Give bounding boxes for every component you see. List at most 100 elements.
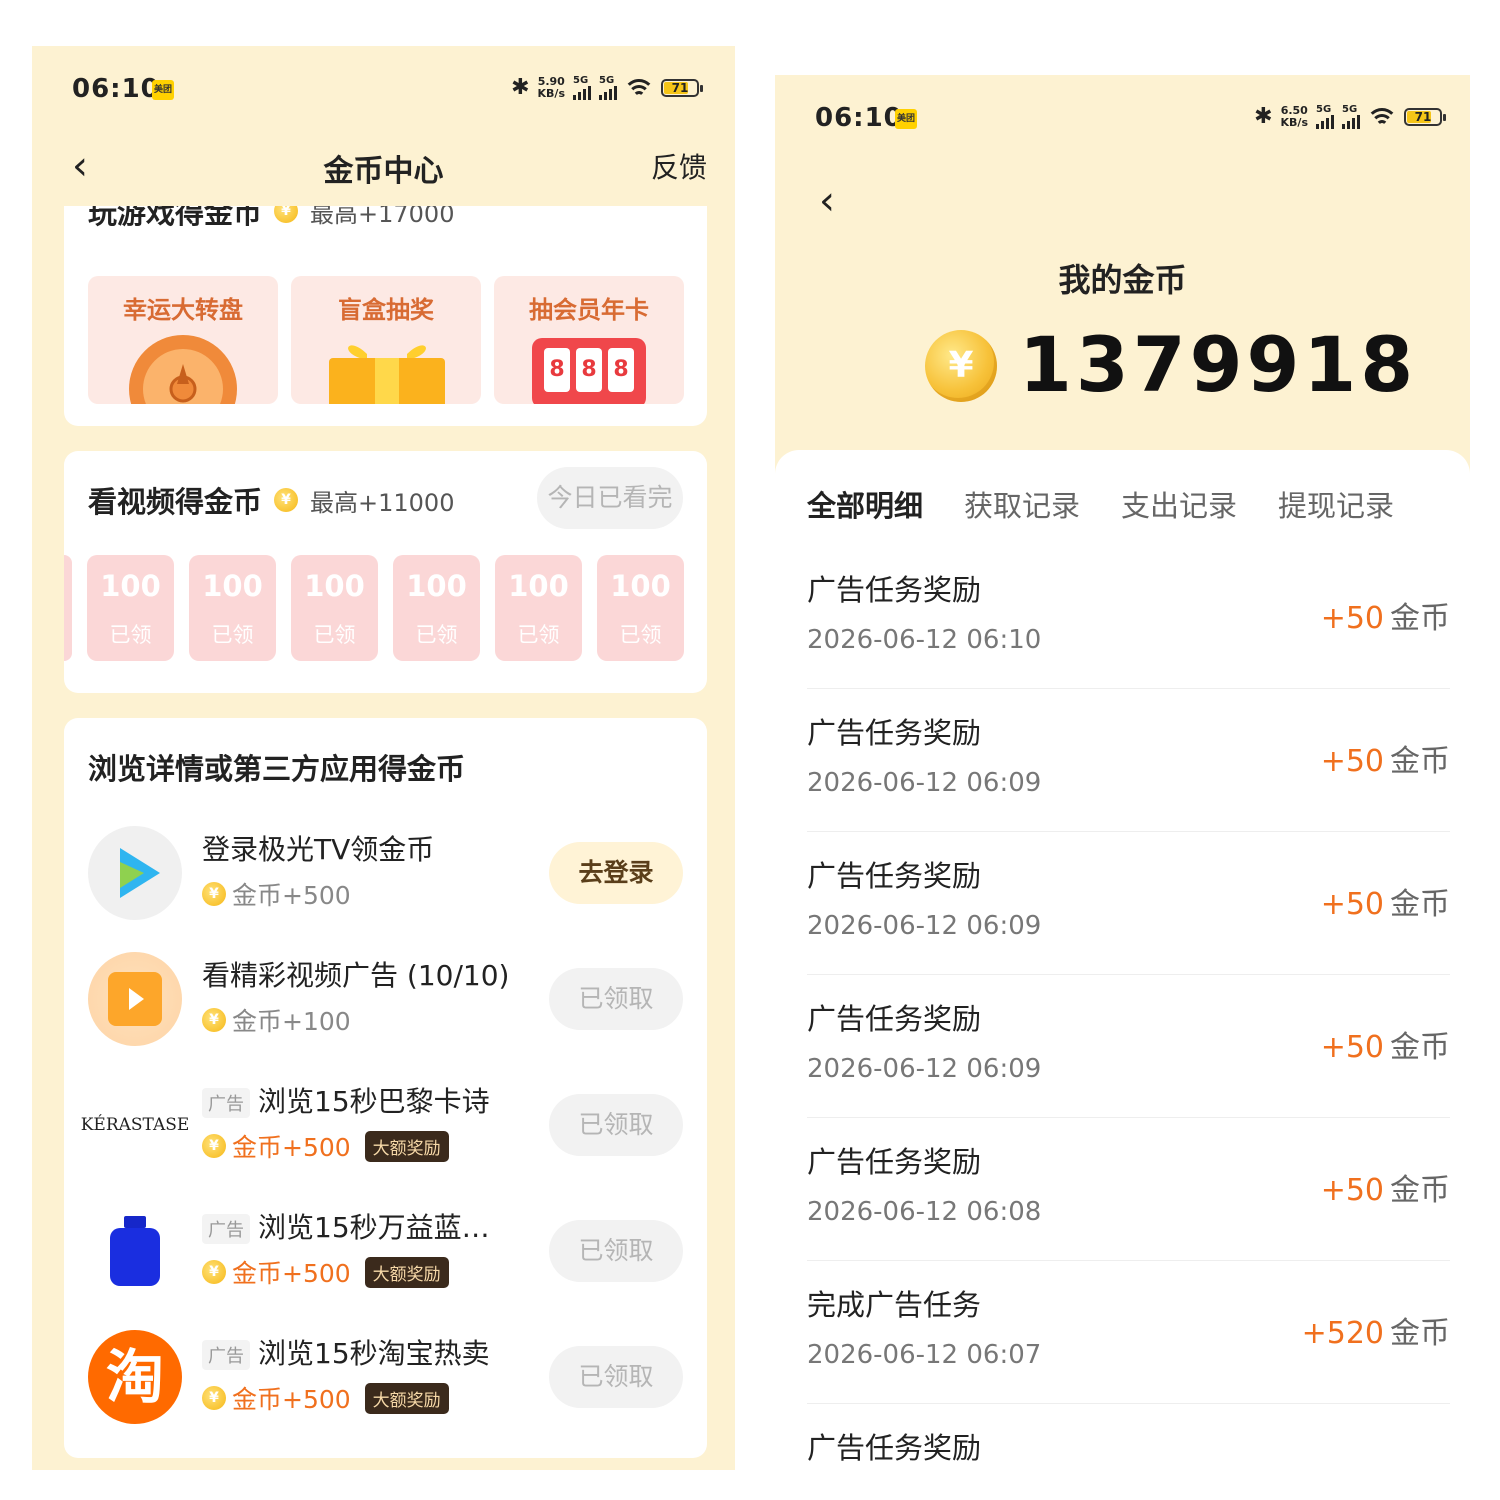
record-time: 2026-06-12 06:07 <box>807 1340 1042 1370</box>
task-row: 登录极光TV领金币 ¥ 金币+500 去登录 <box>64 818 707 928</box>
signal-icon: 5G <box>573 76 591 100</box>
record-row: 广告任务奖励 <box>807 1403 1450 1470</box>
bluetooth-icon: ✱ <box>1254 104 1273 129</box>
record-row: 广告任务奖励 2026-06-12 06:09 +50 金币 <box>807 974 1450 1118</box>
task-title: 登录极光TV领金币 <box>202 833 435 866</box>
coin-icon: ¥ <box>202 1008 226 1032</box>
video-card: 看视频得金币 ¥ 最高+11000 今日已看完 100 已领 100 已领 100 已… <box>64 451 707 693</box>
coin-icon: ¥ <box>202 1134 226 1158</box>
net-speed: 5.90 KB/s <box>537 75 565 100</box>
claimed-button[interactable]: 已领取 <box>549 968 683 1030</box>
game-card-title: 玩游戏得金币 <box>88 206 263 230</box>
game-tile-wheel[interactable]: 幸运大转盘 <box>88 276 278 404</box>
task-reward: ¥ 金币+100 <box>202 1002 351 1038</box>
video-coin-slot: 100 已领 <box>291 555 378 661</box>
record-time: 2026-06-12 06:10 <box>807 625 1042 655</box>
meituan-badge-icon: 美团 <box>152 80 174 100</box>
record-time: 2026-06-12 06:09 <box>807 768 1042 798</box>
record-title: 广告任务奖励 <box>807 859 982 893</box>
claimed-button[interactable]: 已领取 <box>549 1094 683 1156</box>
signal-icon: 5G <box>1316 105 1334 129</box>
back-icon[interactable]: ‹ <box>819 181 835 221</box>
meituan-badge-icon: 美团 <box>895 109 917 129</box>
record-row: 广告任务奖励 2026-06-12 06:09 +50 金币 <box>807 688 1450 832</box>
video-coin-slot: 100 已领 <box>189 555 276 661</box>
watched-today-button[interactable]: 今日已看完 <box>537 467 683 529</box>
game-tile-label: 幸运大转盘 <box>123 296 243 324</box>
game-card-header: 玩游戏得金币 ¥ 最高+17000 <box>88 206 454 232</box>
coin-center-screen: 06:10 美团 ✱ 5.90 KB/s 5G 5G 71 ‹ 金币中心 反馈 玩… <box>32 46 735 1470</box>
feedback-link[interactable]: 反馈 <box>651 146 707 186</box>
gift-box-icon <box>329 345 445 404</box>
record-amount: +50 金币 <box>1320 1030 1450 1065</box>
claimed-button[interactable]: 已领取 <box>549 1346 683 1408</box>
battery-icon: 71 <box>1404 108 1446 126</box>
task-row: 淘 广告 浏览15秒淘宝热卖 ¥ 金币+500 大额奖励 已领取 <box>64 1322 707 1432</box>
wifi-icon <box>625 77 653 99</box>
login-button[interactable]: 去登录 <box>549 842 683 904</box>
browse-card: 浏览详情或第三方应用得金币 登录极光TV领金币 ¥ 金币+500 去登录 看精彩视… <box>64 718 707 1458</box>
tab-expense[interactable]: 支出记录 <box>1121 483 1237 525</box>
slot-digit: 8 <box>608 348 634 392</box>
slot-digit: 8 <box>576 348 602 392</box>
big-reward-badge: 大额奖励 <box>364 1382 449 1414</box>
tab-all[interactable]: 全部明细 <box>807 483 923 525</box>
record-amount: +50 金币 <box>1320 601 1450 636</box>
gold-coin-icon: ¥ <box>925 330 997 402</box>
coin-balance: 1379918 <box>1019 320 1418 409</box>
browse-card-title: 浏览详情或第三方应用得金币 <box>88 752 466 786</box>
record-amount: +50 金币 <box>1320 887 1450 922</box>
task-title: 看精彩视频广告 (10/10) <box>202 959 510 992</box>
jiguang-tv-icon <box>88 826 182 920</box>
video-coin-slot: 100 已领 <box>393 555 480 661</box>
net-speed: 6.50 KB/s <box>1280 104 1308 129</box>
bluetooth-icon: ✱ <box>511 75 530 100</box>
tab-income[interactable]: 获取记录 <box>964 483 1080 525</box>
blue-bottle-icon <box>88 1204 182 1298</box>
tab-withdraw[interactable]: 提现记录 <box>1278 483 1394 525</box>
task-row: 看精彩视频广告 (10/10) ¥ 金币+100 已领取 <box>64 944 707 1054</box>
task-reward: ¥ 金币+500 <box>202 876 351 912</box>
record-amount: +50 金币 <box>1320 744 1450 779</box>
game-tile-label: 抽会员年卡 <box>529 296 649 324</box>
game-card-max: 最高+17000 <box>310 206 455 228</box>
video-coin-slot: 100 已领 <box>495 555 582 661</box>
coin-icon: ¥ <box>274 206 299 223</box>
kerastase-logo-icon: KÉRASTASE <box>81 1078 189 1172</box>
task-reward: ¥ 金币+500 大额奖励 <box>202 1254 449 1290</box>
record-time: 2026-06-12 06:09 <box>807 1054 1042 1084</box>
status-bar: 06:10 美团 ✱ 5.90 KB/s 5G 5G 71 <box>32 46 735 132</box>
record-time: 2026-06-12 06:09 <box>807 911 1042 941</box>
record-title: 广告任务奖励 <box>807 716 982 750</box>
task-row: 广告 浏览15秒万益蓝… ¥ 金币+500 大额奖励 已领取 <box>64 1196 707 1306</box>
game-tile-vipcard[interactable]: 抽会员年卡 8 8 8 <box>494 276 684 404</box>
taobao-logo-icon: 淘 <box>88 1330 182 1424</box>
record-row: 完成广告任务 2026-06-12 06:07 +520 金币 <box>807 1260 1450 1404</box>
big-reward-badge: 大额奖励 <box>364 1256 449 1288</box>
task-title: 广告 浏览15秒巴黎卡诗 <box>202 1080 490 1120</box>
record-title: 广告任务奖励 <box>807 1002 982 1036</box>
record-time: 2026-06-12 06:08 <box>807 1197 1042 1227</box>
video-card-title: 看视频得金币 <box>88 485 263 519</box>
record-title: 完成广告任务 <box>807 1288 982 1322</box>
record-row: 广告任务奖励 2026-06-12 06:10 +50 金币 <box>807 545 1450 689</box>
record-row: 广告任务奖励 2026-06-12 06:09 +50 金币 <box>807 831 1450 975</box>
coin-icon: ¥ <box>202 882 226 906</box>
my-coins-screen: 06:10 美团 ✱ 6.50 KB/s 5G 5G 71 ‹ 我的金币 ¥ 13… <box>775 75 1470 1470</box>
coin-icon: ¥ <box>202 1260 226 1284</box>
status-icons: ✱ 5.90 KB/s 5G 5G 71 <box>511 75 703 100</box>
page-title: 金币中心 <box>323 154 444 189</box>
coin-icon: ¥ <box>202 1386 226 1410</box>
task-title: 广告 浏览15秒淘宝热卖 <box>202 1332 490 1372</box>
record-title: 广告任务奖励 <box>807 573 982 607</box>
game-card: 玩游戏得金币 ¥ 最高+17000 幸运大转盘 盲盒抽奖 抽会员年卡 8 8 8 <box>64 206 707 426</box>
claimed-button[interactable]: 已领取 <box>549 1220 683 1282</box>
record-amount: +50 金币 <box>1320 1173 1450 1208</box>
slot-machine-icon: 8 8 8 <box>532 338 646 404</box>
video-ad-icon <box>88 952 182 1046</box>
big-reward-badge: 大额奖励 <box>364 1130 449 1162</box>
task-reward: ¥ 金币+500 大额奖励 <box>202 1128 449 1164</box>
game-tile-blindbox[interactable]: 盲盒抽奖 <box>291 276 481 404</box>
slot-digit: 8 <box>544 348 570 392</box>
status-time: 06:10 <box>72 74 160 104</box>
